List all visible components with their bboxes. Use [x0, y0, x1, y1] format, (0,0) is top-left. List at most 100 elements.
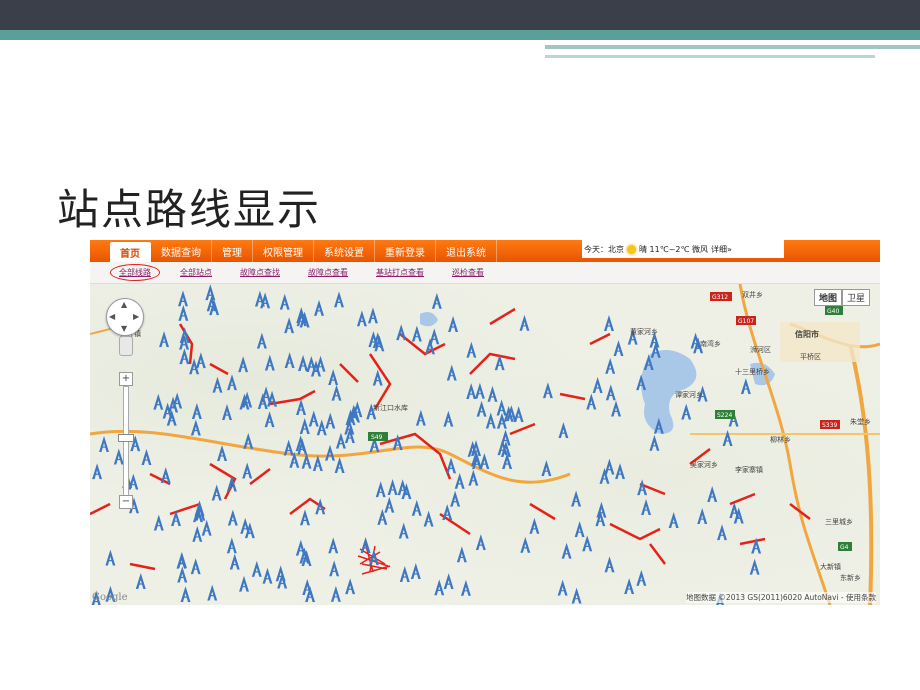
base-station-tower-icon[interactable] — [158, 331, 170, 348]
base-station-tower-icon[interactable] — [749, 558, 761, 575]
zoom-out-button[interactable]: − — [119, 495, 133, 509]
base-station-tower-icon[interactable] — [716, 524, 728, 541]
subnav-fault-search[interactable]: 故障点查找 — [226, 267, 294, 278]
base-station-tower-icon[interactable] — [386, 478, 399, 495]
base-station-tower-icon[interactable] — [485, 412, 497, 429]
base-station-tower-icon[interactable] — [140, 449, 153, 466]
base-station-tower-icon[interactable] — [478, 453, 490, 470]
base-station-tower-icon[interactable] — [239, 517, 251, 534]
pan-control[interactable]: ▲ ▼ ◀ ▶ — [106, 298, 144, 336]
base-station-tower-icon[interactable] — [442, 410, 454, 427]
base-station-tower-icon[interactable] — [740, 378, 752, 395]
menu-item-exit[interactable]: 退出系统 — [436, 240, 497, 262]
base-station-tower-icon[interactable] — [585, 393, 597, 410]
base-station-tower-icon[interactable] — [640, 499, 652, 516]
base-station-tower-icon[interactable] — [375, 481, 387, 498]
base-station-tower-icon[interactable] — [395, 324, 407, 341]
base-station-tower-icon[interactable] — [335, 432, 347, 449]
base-station-tower-icon[interactable] — [423, 510, 435, 527]
base-station-tower-icon[interactable] — [334, 456, 346, 473]
base-station-tower-icon[interactable] — [603, 315, 615, 332]
base-station-tower-icon[interactable] — [721, 429, 734, 446]
base-station-tower-icon[interactable] — [560, 542, 573, 559]
base-station-tower-icon[interactable] — [528, 517, 541, 534]
base-station-tower-icon[interactable] — [519, 536, 531, 553]
base-station-tower-icon[interactable] — [297, 354, 309, 371]
base-station-tower-icon[interactable] — [221, 404, 233, 421]
base-station-tower-icon[interactable] — [603, 556, 616, 573]
base-station-tower-icon[interactable] — [467, 469, 479, 486]
base-station-tower-icon[interactable] — [226, 374, 238, 391]
base-station-tower-icon[interactable] — [445, 457, 457, 474]
base-station-tower-icon[interactable] — [178, 348, 191, 365]
base-station-tower-icon[interactable] — [261, 567, 274, 584]
base-station-tower-icon[interactable] — [518, 314, 531, 331]
base-station-tower-icon[interactable] — [454, 472, 466, 489]
base-station-tower-icon[interactable] — [496, 399, 508, 416]
base-station-tower-icon[interactable] — [152, 393, 164, 410]
base-station-tower-icon[interactable] — [574, 521, 586, 538]
base-station-tower-icon[interactable] — [327, 537, 339, 554]
base-station-tower-icon[interactable] — [256, 332, 268, 349]
pan-left-icon[interactable]: ◀ — [109, 313, 115, 321]
base-station-tower-icon[interactable] — [557, 422, 570, 439]
base-station-tower-icon[interactable] — [603, 458, 616, 475]
base-station-tower-icon[interactable] — [299, 417, 311, 434]
base-station-tower-icon[interactable] — [706, 485, 718, 502]
subnav-all-lines[interactable]: 全部线路 — [110, 264, 160, 281]
base-station-tower-icon[interactable] — [581, 535, 593, 552]
base-station-tower-icon[interactable] — [204, 284, 216, 301]
base-station-tower-icon[interactable] — [190, 419, 202, 436]
base-station-tower-icon[interactable] — [443, 573, 455, 590]
base-station-tower-icon[interactable] — [226, 537, 238, 554]
base-station-tower-icon[interactable] — [570, 490, 582, 507]
base-station-tower-icon[interactable] — [431, 292, 443, 309]
base-station-tower-icon[interactable] — [465, 383, 477, 400]
base-station-tower-icon[interactable] — [179, 586, 192, 603]
base-station-tower-icon[interactable] — [237, 356, 249, 373]
subnav-all-stations[interactable]: 全部站点 — [166, 267, 226, 278]
base-station-tower-icon[interactable] — [635, 569, 647, 586]
base-station-tower-icon[interactable] — [475, 400, 488, 417]
base-station-tower-icon[interactable] — [175, 552, 188, 569]
base-station-tower-icon[interactable] — [190, 558, 202, 575]
base-station-tower-icon[interactable] — [316, 419, 328, 436]
weather-details-link[interactable]: 详细» — [711, 244, 732, 255]
base-station-tower-icon[interactable] — [680, 403, 692, 420]
base-station-tower-icon[interactable] — [383, 496, 395, 513]
base-station-tower-icon[interactable] — [540, 460, 552, 477]
base-station-tower-icon[interactable] — [279, 293, 291, 310]
base-station-tower-icon[interactable] — [177, 304, 189, 321]
base-station-tower-icon[interactable] — [446, 364, 458, 381]
base-station-tower-icon[interactable] — [241, 462, 253, 479]
base-station-tower-icon[interactable] — [465, 341, 477, 358]
base-station-tower-icon[interactable] — [333, 291, 345, 308]
map-copyright[interactable]: 地图数据 ©2013 GS(2011)6020 AutoNavi - 使用条款 — [686, 592, 876, 603]
menu-item-permissions[interactable]: 权限管理 — [253, 240, 314, 262]
base-station-tower-icon[interactable] — [211, 376, 224, 393]
base-station-tower-icon[interactable] — [176, 566, 188, 583]
base-station-tower-icon[interactable] — [263, 411, 276, 428]
base-station-tower-icon[interactable] — [604, 357, 616, 374]
base-station-tower-icon[interactable] — [605, 384, 617, 401]
base-station-tower-icon[interactable] — [557, 579, 569, 596]
base-station-tower-icon[interactable] — [295, 399, 307, 416]
base-station-tower-icon[interactable] — [410, 563, 422, 580]
base-station-tower-icon[interactable] — [415, 409, 427, 426]
base-station-tower-icon[interactable] — [648, 434, 661, 451]
base-station-tower-icon[interactable] — [299, 509, 311, 526]
base-station-tower-icon[interactable] — [570, 587, 583, 604]
base-station-tower-icon[interactable] — [238, 575, 250, 592]
base-station-tower-icon[interactable] — [206, 584, 218, 601]
base-station-tower-icon[interactable] — [449, 490, 461, 507]
zoom-in-button[interactable]: + — [119, 372, 133, 386]
base-station-tower-icon[interactable] — [433, 579, 445, 596]
base-station-tower-icon[interactable] — [135, 573, 147, 590]
base-station-tower-icon[interactable] — [328, 560, 340, 577]
menu-item-settings[interactable]: 系统设置 — [314, 240, 375, 262]
base-station-tower-icon[interactable] — [324, 412, 336, 429]
menu-item-home[interactable]: 首页 — [110, 242, 151, 262]
base-station-tower-icon[interactable] — [623, 578, 635, 595]
base-station-tower-icon[interactable] — [195, 352, 207, 369]
base-station-tower-icon[interactable] — [542, 382, 554, 399]
